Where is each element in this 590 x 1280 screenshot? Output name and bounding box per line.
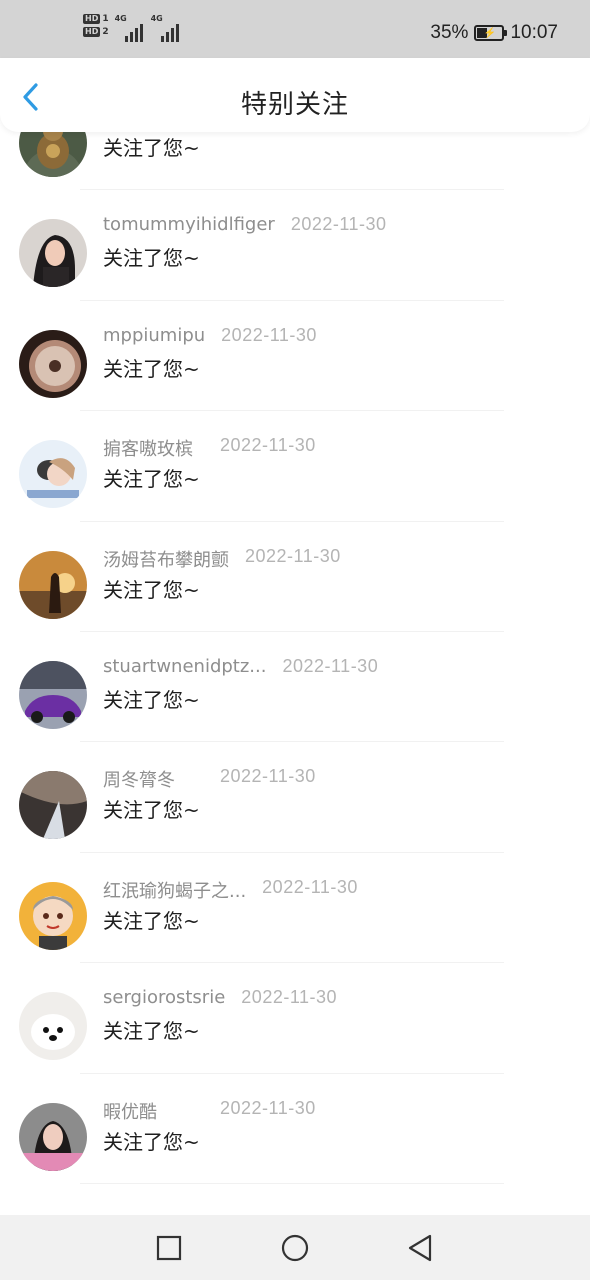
- status-bar: HD 1 HD 2 4G 4G 35% ⚡ 10:07: [0, 0, 590, 58]
- hd-2: HD 2: [83, 27, 109, 37]
- follow-message: 关注了您~: [103, 246, 200, 271]
- follow-date: 2022-11-30: [220, 435, 316, 456]
- follow-date: 2022-11-30: [221, 324, 317, 345]
- user-name[interactable]: 红泯瑜狗蝎子之...: [103, 877, 246, 903]
- hd-icon: HD: [83, 27, 101, 37]
- clock: 10:07: [510, 22, 558, 43]
- follow-date: 2022-11-30: [282, 655, 379, 676]
- list-item[interactable]: 暇优酷 2022-11-30 关注了您~: [0, 1074, 590, 1184]
- avatar[interactable]: [19, 660, 87, 729]
- hd-slot-number: 1: [102, 14, 109, 24]
- avatar[interactable]: [19, 771, 87, 840]
- follow-date: 2022-11-30: [241, 987, 338, 1008]
- avatar[interactable]: [19, 550, 87, 619]
- follow-date: 2022-11-30: [245, 545, 341, 566]
- user-name[interactable]: 掮客嗷玫槟: [103, 435, 193, 461]
- list-item[interactable]: 汤姆苔布攀朗颤 2022-11-30 关注了您~: [0, 522, 590, 632]
- list-item[interactable]: 周冬膂冬 2022-11-30 关注了您~: [0, 742, 590, 853]
- follow-message: 关注了您~: [103, 467, 200, 492]
- top-bar: 特别关注: [0, 58, 590, 132]
- follow-message: 关注了您~: [103, 356, 200, 381]
- user-name[interactable]: 暇优酷: [103, 1098, 157, 1124]
- circle-home-icon: [281, 1234, 309, 1262]
- avatar[interactable]: [19, 329, 87, 398]
- follow-date: 2022-11-30: [220, 766, 316, 787]
- system-back-button[interactable]: [404, 1232, 438, 1266]
- home-button[interactable]: [278, 1232, 312, 1266]
- follow-message: 关注了您~: [103, 1019, 200, 1044]
- list-item[interactable]: mppiumipu 2022-11-30 关注了您~: [0, 301, 590, 412]
- battery-icon: ⚡: [474, 25, 508, 41]
- system-nav-bar: [0, 1215, 590, 1280]
- charging-bolt-icon: ⚡: [483, 28, 496, 39]
- user-name[interactable]: tomummyihidlfiger: [103, 214, 275, 235]
- user-name[interactable]: sergiorostsrie: [103, 987, 225, 1008]
- list-item[interactable]: stuartwnenidptz... 2022-11-30 关注了您~: [0, 632, 590, 743]
- follow-date: 2022-11-30: [290, 214, 387, 235]
- status-right: 35% ⚡ 10:07: [430, 22, 558, 44]
- list-item[interactable]: 掮客嗷玫槟 2022-11-30 关注了您~: [0, 411, 590, 522]
- hd-1: HD 1: [83, 14, 109, 24]
- follow-date: 2022-11-30: [220, 1097, 316, 1118]
- hd-indicators: HD 1 HD 2: [83, 14, 109, 37]
- triangle-back-icon: [408, 1234, 432, 1262]
- signal-label: 4G: [114, 14, 127, 23]
- user-name[interactable]: 周冬膂冬: [103, 766, 175, 792]
- divider: [80, 1182, 504, 1184]
- avatar[interactable]: [19, 132, 87, 177]
- signal-1-icon: 4G: [115, 14, 145, 42]
- follow-message: 关注了您~: [103, 577, 200, 602]
- avatar[interactable]: [19, 992, 87, 1061]
- avatar[interactable]: [19, 219, 87, 288]
- follow-message: 关注了您~: [103, 798, 200, 823]
- signal-label: 4G: [150, 14, 163, 23]
- hd-icon: HD: [83, 14, 101, 24]
- follow-date: 2022-11-30: [262, 876, 358, 897]
- user-name[interactable]: mppiumipu: [103, 325, 205, 346]
- list-item[interactable]: tomummyihidlfiger 2022-11-30 关注了您~: [0, 190, 590, 301]
- square-recent-apps-icon: [156, 1235, 182, 1261]
- follow-message: 关注了您~: [103, 687, 200, 712]
- list-item[interactable]: sergiorostsrie 2022-11-30 关注了您~: [0, 963, 590, 1074]
- follower-list[interactable]: 龙螝的天空捶2022-11-30关注了您~ tomummyihidlfiger 20…: [0, 132, 590, 1215]
- recent-apps-button[interactable]: [152, 1232, 186, 1266]
- avatar[interactable]: [19, 440, 87, 509]
- hd-slot-number: 2: [102, 27, 109, 37]
- follow-message: 关注了您~: [103, 1129, 200, 1154]
- avatar[interactable]: [19, 1102, 87, 1171]
- battery-percent: 35%: [430, 22, 469, 43]
- list-item[interactable]: 龙螝的天空捶2022-11-30关注了您~: [0, 132, 590, 191]
- status-left: HD 1 HD 2 4G 4G: [83, 14, 181, 42]
- page-title: 特别关注: [240, 90, 349, 120]
- follow-message: 关注了您~: [103, 136, 200, 160]
- avatar[interactable]: [19, 881, 87, 950]
- user-name[interactable]: 汤姆苔布攀朗颤: [103, 546, 229, 572]
- signal-2-icon: 4G: [151, 14, 181, 42]
- list-item[interactable]: 红泯瑜狗蝎子之... 2022-11-30 关注了您~: [0, 853, 590, 964]
- user-name[interactable]: stuartwnenidptz...: [103, 656, 266, 677]
- follow-message: 关注了您~: [103, 908, 200, 933]
